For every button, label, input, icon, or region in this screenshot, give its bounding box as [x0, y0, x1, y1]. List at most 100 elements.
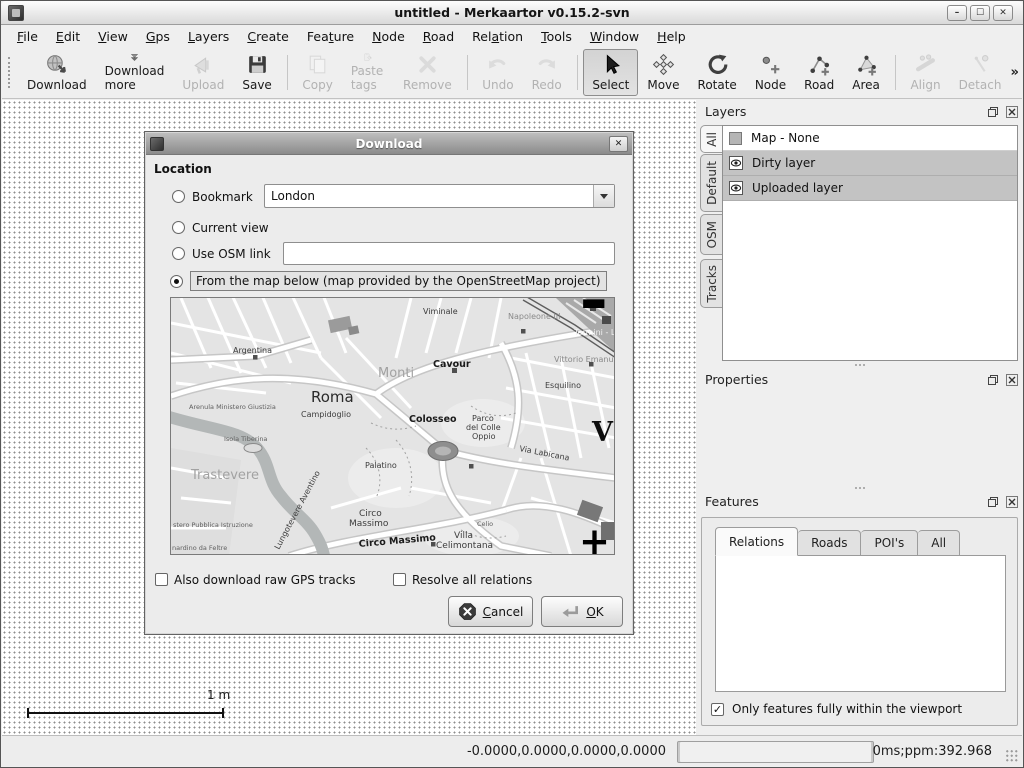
title-bar[interactable]: untitled - Merkaartor v0.15.2-svn – ☐ ✕ — [1, 1, 1023, 25]
osm-link-input[interactable] — [283, 242, 615, 265]
layers-tab-label: OSM — [705, 221, 719, 248]
close-button[interactable]: ✕ — [993, 5, 1013, 21]
menu-tools[interactable]: Tools — [532, 27, 581, 46]
features-tab-label: Roads — [811, 536, 847, 550]
dialog-close-button[interactable]: ✕ — [609, 136, 628, 152]
layers-tab-default[interactable]: Default — [700, 154, 722, 212]
map-label: Monti — [378, 366, 414, 381]
features-tab-bar: Relations Roads POI's All — [715, 527, 960, 556]
dock-splitter[interactable] — [698, 362, 1021, 368]
menu-gps[interactable]: Gps — [137, 27, 179, 46]
status-bar: -0.0000,0.0000,0.0000,0.0000 0ms;ppm:392… — [2, 735, 1022, 766]
close-panel-icon[interactable] — [1004, 372, 1019, 387]
road-button[interactable]: Road — [795, 49, 843, 96]
paste-tags-button: Paste tags — [342, 49, 394, 96]
copy-icon — [305, 52, 330, 77]
osm-map-preview[interactable]: ViminaleNapoleone IIITermini - LaArgenti… — [170, 297, 615, 555]
resolve-relations-label: Resolve all relations — [412, 573, 532, 587]
resolve-relations-checkbox[interactable] — [393, 573, 406, 586]
menu-layers[interactable]: Layers — [179, 27, 238, 46]
features-tab-label: All — [931, 536, 946, 550]
menu-edit[interactable]: Edit — [47, 27, 89, 46]
rotate-icon — [705, 52, 730, 77]
menu-feature[interactable]: Feature — [298, 27, 363, 46]
close-panel-icon[interactable] — [1004, 494, 1019, 509]
node-button[interactable]: Node — [746, 49, 795, 96]
bookmark-radio[interactable] — [172, 190, 185, 203]
menu-road[interactable]: Road — [414, 27, 463, 46]
bookmark-combobox[interactable]: London — [264, 184, 615, 208]
features-tab-label: Relations — [729, 535, 784, 549]
bookmark-combobox-value: London — [265, 189, 593, 203]
menu-view[interactable]: View — [89, 27, 137, 46]
toolbar-button-label: Select — [592, 78, 629, 92]
menu-relation[interactable]: Relation — [463, 27, 532, 46]
viewport-filter-checkbox[interactable]: ✓ — [711, 703, 724, 716]
undo-icon — [485, 52, 510, 77]
properties-panel-header: Properties — [698, 371, 1021, 389]
resize-grip[interactable] — [1005, 749, 1018, 762]
features-tab-relations[interactable]: Relations — [715, 527, 798, 556]
menu-window[interactable]: Window — [581, 27, 648, 46]
merkaartor-window: untitled - Merkaartor v0.15.2-svn – ☐ ✕ … — [0, 0, 1024, 768]
map-label: Esquilino — [545, 381, 581, 390]
features-tab-label: POI's — [874, 536, 904, 550]
properties-panel-title: Properties — [705, 372, 768, 387]
maximize-button[interactable]: ☐ — [970, 5, 990, 21]
dock-splitter[interactable] — [698, 485, 1021, 491]
save-button[interactable]: Save — [233, 49, 280, 96]
menu-node[interactable]: Node — [363, 27, 414, 46]
layers-tab-tracks[interactable]: Tracks — [700, 259, 722, 308]
float-panel-icon[interactable] — [985, 372, 1000, 387]
map-label: V — [591, 417, 614, 448]
float-panel-icon[interactable] — [985, 104, 1000, 119]
features-list[interactable] — [715, 555, 1006, 692]
map-label: Isola Tiberina — [224, 435, 267, 443]
menu-bar: FileEditViewGpsLayersCreateFeatureNodeRo… — [2, 26, 1022, 47]
toolbar-button-label: Align — [910, 78, 940, 92]
coordinates-readout: -0.0000,0.0000,0.0000,0.0000 — [467, 744, 666, 759]
download-button[interactable]: Download — [18, 49, 96, 96]
current-view-radio[interactable] — [172, 221, 185, 234]
close-panel-icon[interactable] — [1004, 104, 1019, 119]
menu-create[interactable]: Create — [238, 27, 298, 46]
detach-button: Detach — [950, 49, 1011, 96]
menu-help[interactable]: Help — [648, 27, 695, 46]
combobox-dropdown-button[interactable] — [593, 185, 614, 207]
gps-tracks-checkbox[interactable] — [155, 573, 168, 586]
dialog-title-bar[interactable]: Download ✕ — [146, 133, 632, 155]
layer-row[interactable]: Map - None — [723, 126, 1017, 151]
map-zoom-in-button[interactable]: + — [579, 523, 610, 555]
rotate-button[interactable]: Rotate — [689, 49, 746, 96]
download-more-button[interactable]: Download more — [96, 49, 174, 96]
layer-checkbox-icon[interactable] — [729, 132, 742, 145]
layer-row[interactable]: Dirty layer — [723, 151, 1017, 176]
align-button: Align — [901, 49, 949, 96]
toolbar-overflow-button[interactable]: » — [1010, 65, 1022, 80]
menu-file[interactable]: File — [8, 27, 47, 46]
map-zoom-out-button[interactable]: − — [580, 297, 609, 340]
features-tab-all[interactable]: All — [918, 530, 960, 556]
layers-tab-all[interactable]: All — [700, 125, 723, 153]
layers-tab-osm[interactable]: OSM — [700, 214, 722, 255]
copy-button: Copy — [293, 49, 341, 96]
move-button[interactable]: Move — [638, 49, 688, 96]
toolbar-button-label: Upload — [182, 78, 224, 92]
minimize-button[interactable]: – — [947, 5, 967, 21]
from-map-radio[interactable] — [170, 275, 183, 288]
ok-button[interactable]: OK — [541, 596, 623, 627]
layers-list[interactable]: Map - NoneDirty layerUploaded layer — [722, 125, 1018, 361]
osm-link-radio[interactable] — [172, 247, 185, 260]
toolbar-button-label: Copy — [302, 78, 332, 92]
features-tab-pois[interactable]: POI's — [861, 530, 918, 556]
select-button[interactable]: Select — [583, 49, 638, 96]
toolbar-handle[interactable] — [8, 57, 10, 88]
features-tab-roads[interactable]: Roads — [798, 530, 861, 556]
area-button[interactable]: Area — [843, 49, 889, 96]
toolbar-buttons: DownloadDownload more Upload Save Copy Paste… — [18, 49, 1010, 96]
layer-row[interactable]: Uploaded layer — [723, 176, 1017, 201]
chevron-down-icon — [600, 194, 608, 199]
float-panel-icon[interactable] — [985, 494, 1000, 509]
toolbar-separator — [467, 55, 468, 90]
cancel-button[interactable]: Cancel — [448, 596, 533, 627]
